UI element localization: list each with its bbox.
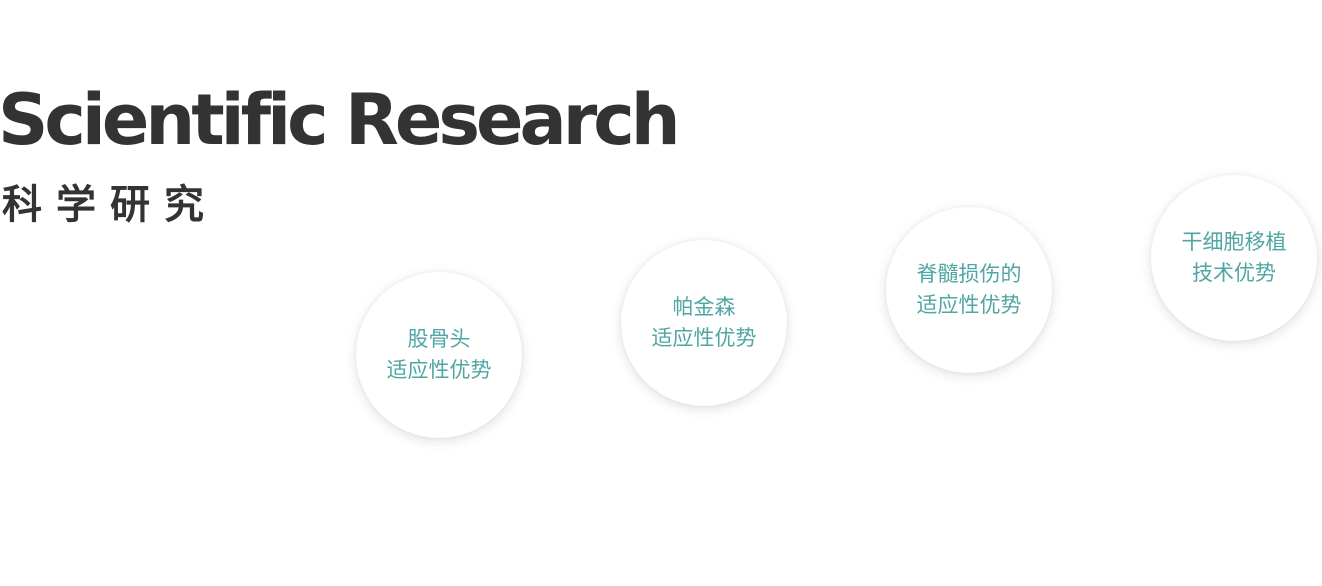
topic-line-1: 脊髓损伤的	[916, 262, 1022, 286]
topic-circle-stem-cell-transplant[interactable]: 干细胞移植 技术优势	[1151, 175, 1317, 341]
page: Scientific Research 科学研究 股骨头 适应性优势 帕金森 适…	[0, 0, 1322, 586]
topic-circle-femoral-head[interactable]: 股骨头 适应性优势	[356, 272, 522, 438]
topic-line-1: 帕金森	[672, 295, 736, 319]
topic-circle-spinal-cord-injury[interactable]: 脊髓损伤的 适应性优势	[886, 207, 1052, 373]
page-title: Scientific Research	[0, 79, 681, 161]
topic-line-2: 技术优势	[1192, 261, 1276, 285]
topic-line-1: 股骨头	[407, 327, 471, 351]
topic-line-2: 适应性优势	[916, 293, 1022, 317]
topic-line-1: 干细胞移植	[1181, 230, 1287, 254]
topic-circle-parkinson[interactable]: 帕金森 适应性优势	[621, 240, 787, 406]
page-subtitle: 科学研究	[2, 182, 218, 228]
topic-line-2: 适应性优势	[386, 358, 492, 382]
topic-line-2: 适应性优势	[651, 326, 757, 350]
